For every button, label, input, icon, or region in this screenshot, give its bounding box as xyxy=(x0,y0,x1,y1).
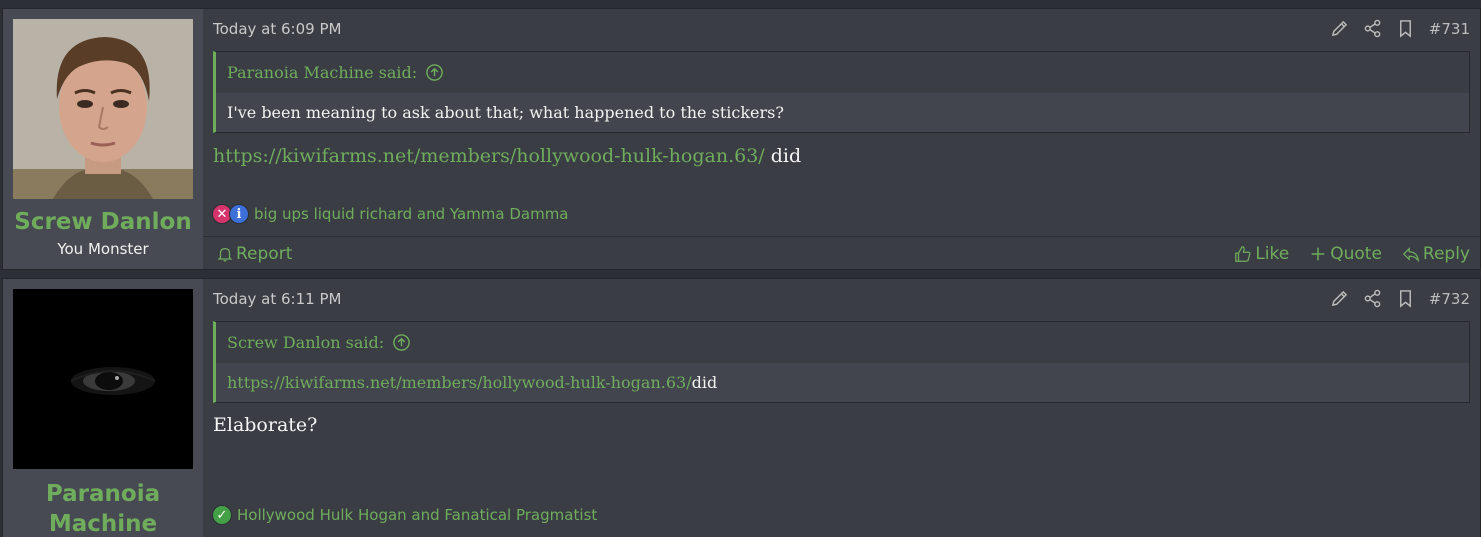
like-label: Like xyxy=(1255,244,1290,264)
avatar[interactable] xyxy=(13,289,193,469)
message-link[interactable]: https://kiwifarms.net/members/hollywood-… xyxy=(213,145,765,167)
post-date[interactable]: Today at 6:11 PM xyxy=(213,290,341,308)
bell-icon xyxy=(216,245,234,263)
arrow-up-circle-icon[interactable] xyxy=(392,333,411,352)
avatar[interactable] xyxy=(13,19,193,199)
share-icon[interactable] xyxy=(1363,289,1382,308)
post-main: Today at 6:09 PM #731 Paranoia Machine s… xyxy=(203,9,1480,269)
post-actions: #731 xyxy=(1330,19,1470,38)
username[interactable]: Screw Danlon xyxy=(3,207,203,237)
edit-pencil-icon[interactable] xyxy=(1330,19,1349,38)
post-main: Today at 6:11 PM #732 Screw Danlon said:… xyxy=(203,279,1480,537)
post-footer: Report Like Quote Reply xyxy=(203,236,1480,271)
like-button[interactable]: Like xyxy=(1234,244,1289,264)
thumbs-up-icon xyxy=(1234,245,1252,263)
post-731: Screw Danlon You Monster Today at 6:09 P… xyxy=(2,8,1481,270)
quote-header: Paranoia Machine said: xyxy=(216,52,1469,93)
edit-pencil-icon[interactable] xyxy=(1330,289,1349,308)
reaction-names[interactable]: Hollywood Hulk Hogan and Fanatical Pragm… xyxy=(237,506,597,524)
post-actions: #732 xyxy=(1330,289,1470,308)
post-732: Paranoia Machine Today at 6:11 PM #732 S… xyxy=(2,278,1481,537)
arrow-up-circle-icon[interactable] xyxy=(425,63,444,82)
info-reaction-icon: i xyxy=(229,204,249,224)
post-message: Elaborate? xyxy=(213,414,318,436)
user-cell: Screw Danlon You Monster xyxy=(3,9,203,269)
post-number[interactable]: #732 xyxy=(1429,290,1470,308)
reactions-bar: ✕ i big ups liquid richard and Yamma Dam… xyxy=(212,204,569,224)
quote-text: I've been meaning to ask about that; wha… xyxy=(227,103,784,122)
reply-arrow-icon xyxy=(1402,245,1420,263)
user-cell: Paranoia Machine xyxy=(3,279,203,537)
report-button[interactable]: Report xyxy=(216,244,292,264)
username[interactable]: Paranoia Machine xyxy=(3,479,203,537)
quote-block: Paranoia Machine said: I've been meaning… xyxy=(213,51,1470,133)
message-text: did xyxy=(764,145,802,167)
quote-button[interactable]: Quote xyxy=(1309,244,1382,264)
post-message: https://kiwifarms.net/members/hollywood-… xyxy=(213,145,801,167)
plus-icon xyxy=(1309,245,1327,263)
reply-label: Reply xyxy=(1422,244,1470,264)
quote-author[interactable]: Paranoia Machine said: xyxy=(227,63,417,82)
user-title: You Monster xyxy=(57,240,149,258)
report-label: Report xyxy=(236,244,293,264)
quote-block: Screw Danlon said: https://kiwifarms.net… xyxy=(213,321,1470,403)
reaction-names[interactable]: big ups liquid richard and Yamma Damma xyxy=(254,205,569,223)
quote-header: Screw Danlon said: xyxy=(216,322,1469,363)
reply-button[interactable]: Reply xyxy=(1402,244,1470,264)
share-icon[interactable] xyxy=(1363,19,1382,38)
post-number[interactable]: #731 xyxy=(1429,20,1470,38)
quote-label: Quote xyxy=(1330,244,1382,264)
quote-text: https://kiwifarms.net/members/hollywood-… xyxy=(216,363,1469,402)
reactions-bar: ✓ Hollywood Hulk Hogan and Fanatical Pra… xyxy=(212,505,597,525)
check-reaction-icon: ✓ xyxy=(212,505,232,525)
quote-author[interactable]: Screw Danlon said: xyxy=(227,333,384,352)
bookmark-icon[interactable] xyxy=(1396,289,1415,308)
post-date[interactable]: Today at 6:09 PM xyxy=(213,20,341,38)
quote-suffix: did xyxy=(691,373,718,392)
quote-link[interactable]: https://kiwifarms.net/members/hollywood-… xyxy=(227,373,692,392)
bookmark-icon[interactable] xyxy=(1396,19,1415,38)
